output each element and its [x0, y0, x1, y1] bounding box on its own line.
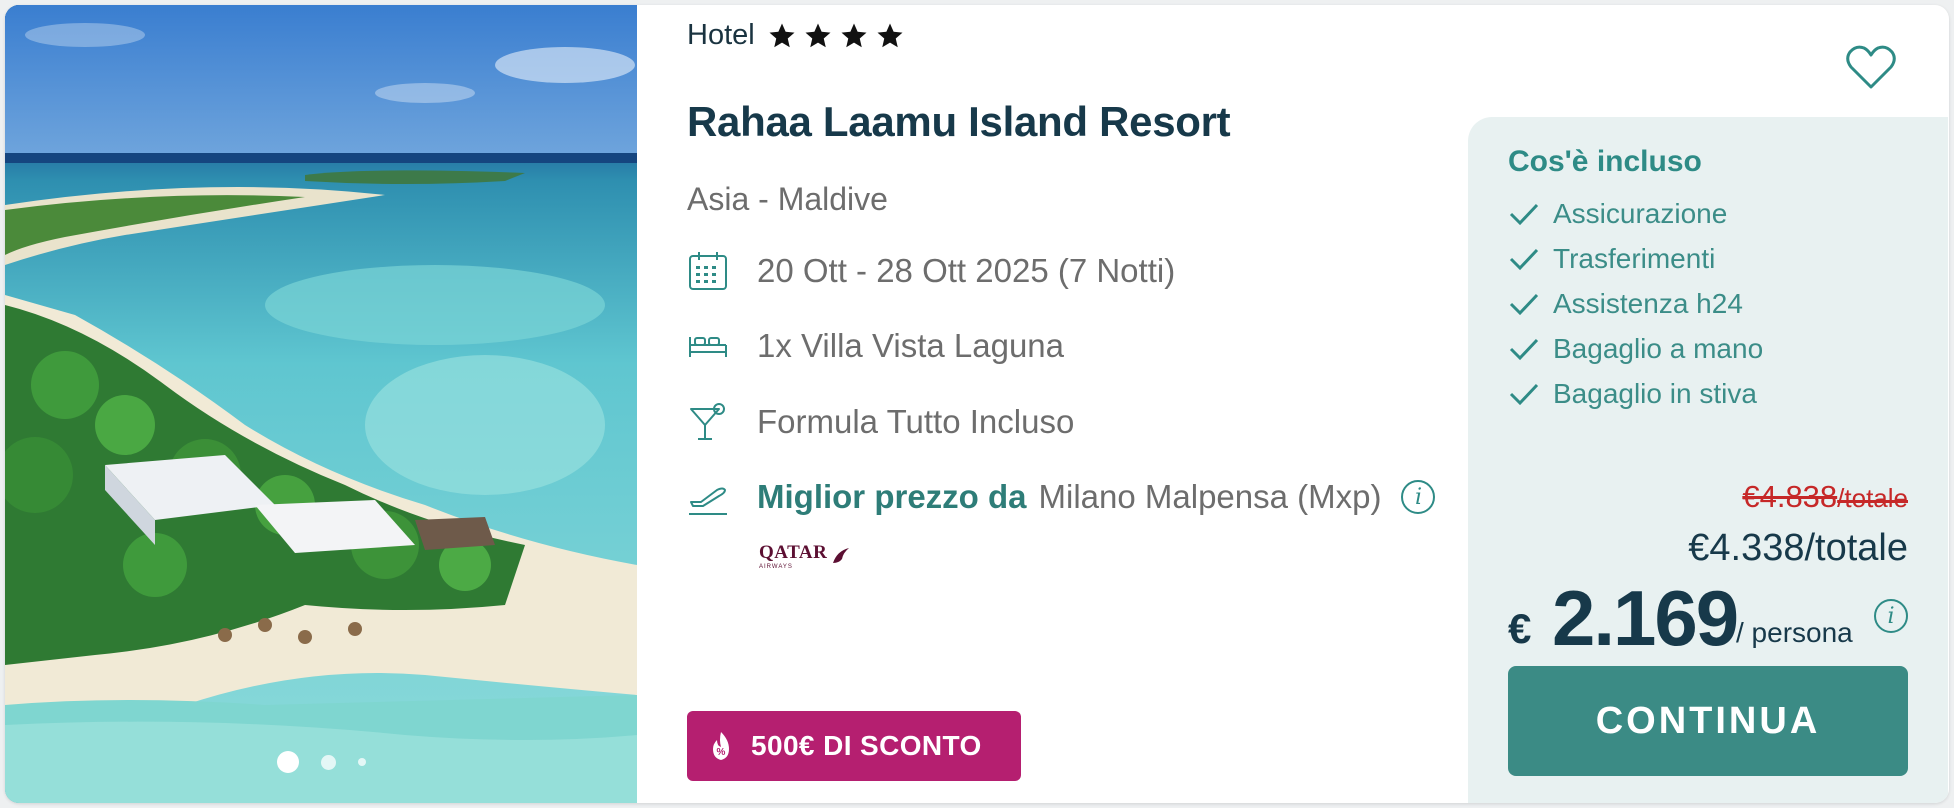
star-rating — [767, 21, 905, 51]
bed-icon — [689, 337, 727, 357]
included-item: Bagaglio in stiva — [1508, 371, 1763, 416]
hotel-label: Hotel — [687, 19, 755, 51]
gallery-dot[interactable] — [357, 758, 366, 766]
board-row: Formula Tutto Incluso — [687, 401, 1074, 443]
star-icon — [841, 23, 867, 47]
included-item-label: Assicurazione — [1553, 197, 1728, 229]
included-item: Assistenza h24 — [1508, 281, 1763, 326]
included-item-label: Trasferimenti — [1553, 242, 1716, 274]
airline-subname: AIRWAYS — [759, 564, 793, 570]
discount-flame-icon: % — [713, 732, 729, 760]
offer-info: Hotel Rahaa Laamu Island Resort Asia - M… — [687, 5, 1467, 803]
favorite-heart-icon[interactable] — [1844, 41, 1898, 93]
star-icon — [769, 23, 795, 47]
continue-button[interactable]: CONTINUA — [1508, 666, 1908, 776]
included-item: Bagaglio a mano — [1508, 326, 1763, 371]
gallery-pagination — [5, 751, 637, 773]
best-price-label: Miglior prezzo da — [757, 478, 1027, 515]
flight-row: Miglior prezzo da Milano Malpensa (Mxp) … — [687, 476, 1436, 518]
airline-name: QATAR — [759, 542, 828, 563]
included-item-label: Bagaglio a mano — [1553, 332, 1764, 364]
total-price: €4.338/totale — [1688, 527, 1908, 569]
room-type: 1x Villa Vista Laguna — [757, 327, 1065, 364]
room-row: 1x Villa Vista Laguna — [687, 325, 1064, 367]
included-item-label: Bagaglio in stiva — [1553, 377, 1757, 409]
svg-text:%: % — [717, 747, 726, 758]
offer-card: Hotel Rahaa Laamu Island Resort Asia - M… — [5, 5, 1949, 803]
star-icon — [877, 23, 903, 47]
check-icon — [1509, 203, 1539, 225]
cocktail-icon — [690, 403, 725, 440]
hotel-location: Asia - Maldive — [687, 181, 888, 217]
plane-takeoff-icon — [689, 487, 727, 515]
gallery-dot[interactable] — [320, 754, 336, 770]
resort-aerial-image — [5, 5, 637, 803]
travel-dates: 20 Ott - 28 Ott 2025 (7 Notti) — [757, 252, 1176, 289]
hotel-category: Hotel — [687, 19, 905, 52]
oryx-logo-icon — [833, 548, 850, 563]
price-info-icon[interactable]: i — [1874, 599, 1908, 633]
discount-label: 500€ DI SCONTO — [751, 730, 982, 761]
hotel-name[interactable]: Rahaa Laamu Island Resort — [687, 98, 1231, 146]
check-icon — [1509, 338, 1539, 360]
check-icon — [1509, 383, 1539, 405]
info-icon[interactable]: i — [1401, 480, 1436, 514]
airline-logo: QATAR AIRWAYS — [759, 542, 851, 570]
included-item-label: Assistenza h24 — [1553, 287, 1743, 319]
included-list: Assicurazione Trasferimenti Assistenza h… — [1508, 191, 1763, 416]
original-price-value: €4.838 — [1742, 479, 1838, 514]
check-icon — [1509, 293, 1539, 315]
per-person-price: € 2.169 / persona i — [1508, 579, 1908, 657]
currency-symbol: € — [1508, 605, 1532, 652]
star-icon — [805, 23, 831, 47]
hotel-photo[interactable] — [5, 5, 637, 803]
departure-airport: Milano Malpensa (Mxp) — [1038, 478, 1382, 515]
included-title: Cos'è incluso — [1508, 145, 1702, 178]
gallery-dot[interactable] — [276, 751, 299, 773]
price-panel: Cos'è incluso Assicurazione Trasferiment… — [1468, 117, 1948, 803]
dates-row: 20 Ott - 28 Ott 2025 (7 Notti) — [687, 250, 1175, 292]
board-type: Formula Tutto Incluso — [757, 403, 1075, 440]
calendar-icon — [689, 252, 727, 290]
original-price-unit: /totale — [1837, 483, 1908, 513]
check-icon — [1509, 248, 1539, 270]
per-person-unit: / persona — [1736, 617, 1853, 648]
per-person-amount: 2.169 — [1552, 574, 1739, 662]
included-item: Assicurazione — [1508, 191, 1763, 236]
discount-badge: % 500€ DI SCONTO — [687, 711, 1021, 781]
original-price: €4.838/totale — [1742, 479, 1908, 515]
included-item: Trasferimenti — [1508, 236, 1763, 281]
